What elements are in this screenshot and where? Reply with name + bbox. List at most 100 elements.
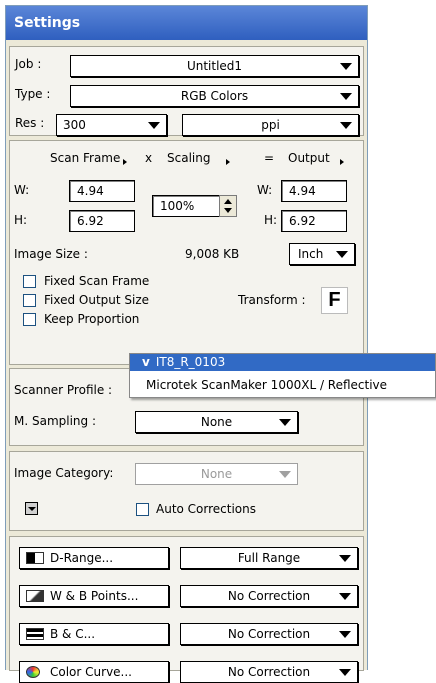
color-curve-button[interactable]: Color Curve... bbox=[19, 661, 169, 683]
scaling-label: Scaling bbox=[167, 151, 211, 165]
image-category-dropdown[interactable]: None bbox=[135, 463, 298, 485]
output-height-input[interactable]: 6.92 bbox=[281, 210, 347, 232]
d-range-dropdown[interactable]: Full Range bbox=[180, 547, 358, 569]
chevron-down-icon bbox=[340, 122, 352, 129]
image-category-value: None bbox=[200, 467, 233, 481]
menu-item-label: IT8_R_0103 bbox=[155, 355, 226, 369]
image-size-label: Image Size : bbox=[14, 247, 88, 261]
res-unit-dropdown[interactable]: ppi bbox=[182, 114, 359, 136]
chevron-down-icon bbox=[339, 593, 351, 600]
wb-points-icon bbox=[26, 590, 44, 602]
menu-item-label: Microtek ScanMaker 1000XL / Reflective bbox=[146, 378, 388, 392]
expand-toggle-icon[interactable] bbox=[25, 502, 38, 515]
size-unit-dropdown[interactable]: Inch bbox=[289, 243, 355, 265]
d-range-icon bbox=[26, 552, 44, 564]
chevron-down-icon bbox=[339, 631, 351, 638]
times-sign: x bbox=[145, 151, 153, 165]
m-sampling-value: None bbox=[200, 415, 233, 429]
size-unit-value: Inch bbox=[298, 247, 324, 261]
scanner-profile-menu: v IT8_R_0103 Microtek ScanMaker 1000XL / … bbox=[129, 353, 436, 398]
chevron-down-icon bbox=[339, 669, 351, 676]
scan-frame-heading: Scan Frame bbox=[50, 151, 128, 165]
chevron-down-icon bbox=[340, 63, 352, 70]
transform-f-icon: F bbox=[328, 289, 341, 311]
d-range-button[interactable]: D-Range... bbox=[19, 547, 169, 569]
scaling-input[interactable]: 100% bbox=[152, 195, 220, 217]
auto-corrections-label: Auto Corrections bbox=[156, 502, 257, 516]
chevron-right-icon bbox=[226, 158, 231, 165]
scan-frame-label: Scan Frame bbox=[50, 151, 121, 165]
color-curve-dropdown[interactable]: No Correction bbox=[180, 661, 358, 683]
m-sampling-label: M. Sampling : bbox=[14, 414, 97, 428]
job-label: Job : bbox=[15, 57, 42, 71]
wb-points-button-label: W & B Points... bbox=[50, 589, 139, 603]
d-range-value: Full Range bbox=[237, 551, 301, 565]
out-h-label: H: bbox=[264, 213, 278, 227]
image-category-label: Image Category: bbox=[14, 466, 114, 480]
type-value: RGB Colors bbox=[180, 89, 249, 103]
fixed-scan-frame-checkbox[interactable] bbox=[23, 275, 36, 288]
type-dropdown[interactable]: RGB Colors bbox=[70, 85, 359, 107]
fixed-output-size-checkbox[interactable] bbox=[23, 294, 36, 307]
fixed-output-size-label: Fixed Output Size bbox=[44, 293, 150, 307]
image-size-value: 9,008 KB bbox=[185, 247, 240, 261]
m-sampling-dropdown[interactable]: None bbox=[135, 411, 298, 433]
scaling-stepper[interactable] bbox=[219, 195, 237, 217]
keep-proportion-label: Keep Proportion bbox=[44, 312, 140, 326]
check-icon: v bbox=[142, 355, 150, 369]
chevron-down-icon bbox=[28, 507, 36, 511]
equals-sign: = bbox=[264, 151, 275, 165]
auto-corrections-checkbox[interactable] bbox=[136, 503, 149, 516]
output-width-input[interactable]: 4.94 bbox=[281, 180, 347, 202]
stepper-down-icon[interactable] bbox=[224, 208, 232, 213]
tools-group: D-Range... Full Range W & B Points... No… bbox=[9, 536, 364, 683]
chevron-down-icon bbox=[340, 93, 352, 100]
b-c-value: No Correction bbox=[227, 627, 311, 641]
window-title: Settings bbox=[6, 6, 367, 40]
scaling-heading: Scaling bbox=[167, 151, 231, 165]
res-unit-value: ppi bbox=[261, 118, 280, 132]
scan-h-label: H: bbox=[14, 213, 28, 227]
chevron-right-icon bbox=[123, 158, 128, 165]
out-w-label: W: bbox=[257, 183, 273, 197]
res-label: Res : bbox=[15, 116, 45, 130]
job-dropdown[interactable]: Untitled1 bbox=[70, 55, 359, 77]
keep-proportion-checkbox[interactable] bbox=[23, 313, 36, 326]
d-range-button-label: D-Range... bbox=[50, 551, 114, 565]
chevron-right-icon bbox=[339, 158, 344, 165]
color-curve-value: No Correction bbox=[227, 665, 311, 679]
b-c-button-label: B & C... bbox=[50, 627, 96, 641]
fixed-scan-frame-label: Fixed Scan Frame bbox=[44, 274, 150, 288]
image-category-group: Image Category: None Auto Corrections bbox=[9, 451, 364, 531]
menu-item-microtek[interactable]: Microtek ScanMaker 1000XL / Reflective bbox=[130, 376, 435, 394]
chevron-down-icon bbox=[148, 122, 160, 129]
b-c-dropdown[interactable]: No Correction bbox=[180, 623, 358, 645]
color-curve-button-label: Color Curve... bbox=[50, 665, 132, 679]
menu-item-it8[interactable]: v IT8_R_0103 bbox=[130, 354, 435, 371]
scan-width-input[interactable]: 4.94 bbox=[69, 180, 135, 202]
b-c-button[interactable]: B & C... bbox=[19, 623, 169, 645]
res-value: 300 bbox=[63, 118, 86, 132]
scanner-profile-label: Scanner Profile : bbox=[14, 383, 113, 397]
wb-points-dropdown[interactable]: No Correction bbox=[180, 585, 358, 607]
transform-label: Transform : bbox=[238, 293, 306, 307]
scan-height-input[interactable]: 6.92 bbox=[69, 210, 135, 232]
wb-points-button[interactable]: W & B Points... bbox=[19, 585, 169, 607]
type-label: Type : bbox=[15, 87, 51, 101]
job-group: Job : Untitled1 Type : RGB Colors Res : … bbox=[9, 46, 364, 136]
scan-w-label: W: bbox=[14, 183, 30, 197]
output-label: Output bbox=[288, 151, 330, 165]
scan-frame-group: Scan Frame x Scaling = Output W: 4.94 H:… bbox=[9, 140, 364, 365]
job-value: Untitled1 bbox=[186, 59, 243, 73]
chevron-down-icon bbox=[336, 251, 348, 258]
settings-panel: Settings Job : Untitled1 Type : RGB Colo… bbox=[5, 5, 368, 683]
output-heading: Output bbox=[288, 151, 344, 165]
transform-button[interactable]: F bbox=[321, 287, 348, 314]
res-dropdown[interactable]: 300 bbox=[56, 114, 167, 136]
color-icon bbox=[26, 666, 40, 678]
chevron-down-icon bbox=[339, 555, 351, 562]
wb-points-value: No Correction bbox=[227, 589, 311, 603]
brightness-contrast-icon bbox=[26, 628, 44, 640]
chevron-down-icon bbox=[279, 471, 291, 478]
stepper-up-icon[interactable] bbox=[224, 199, 232, 204]
